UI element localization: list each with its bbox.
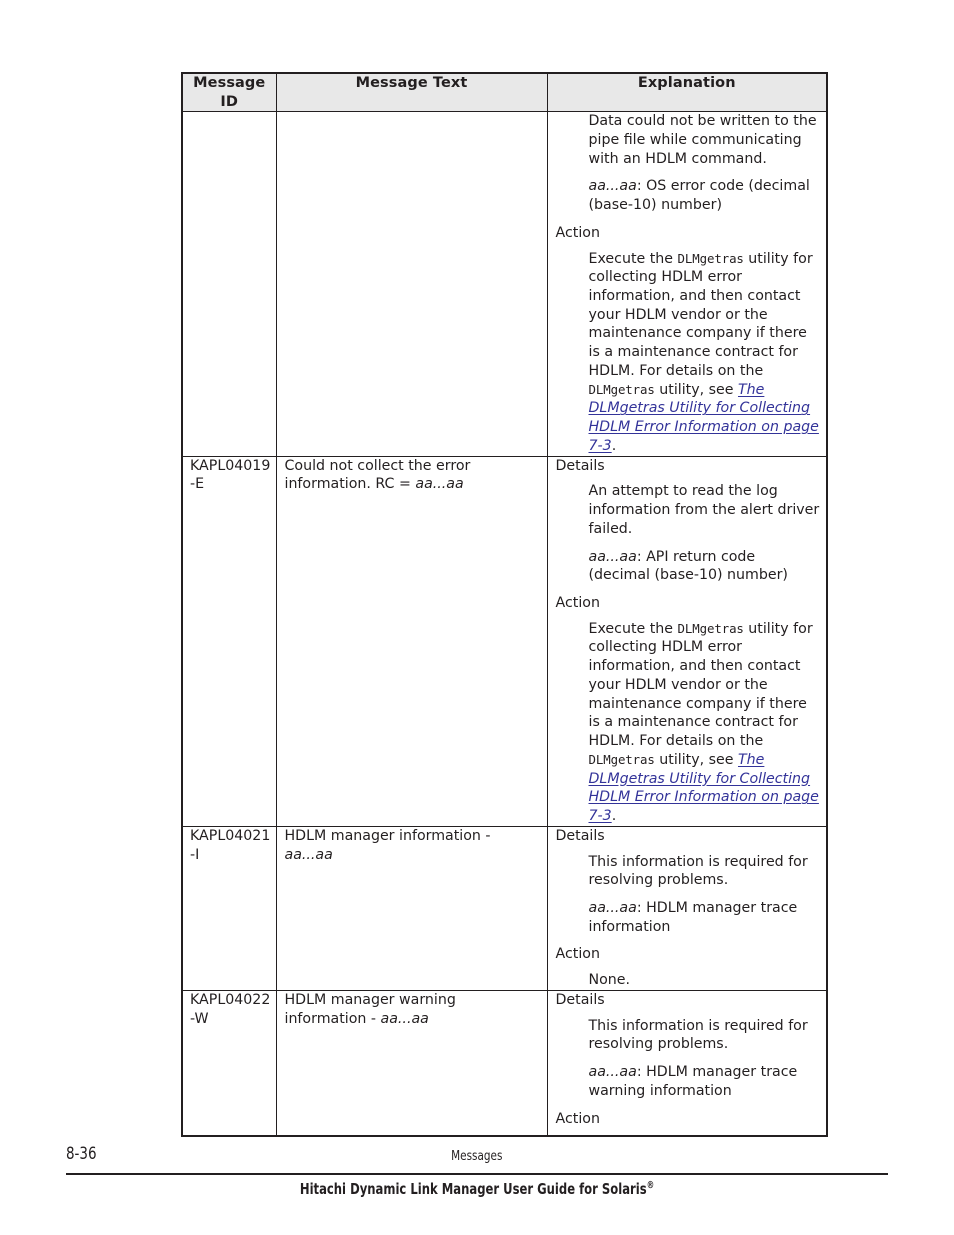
table-body: Data could not be written to the pipe fi… bbox=[181, 111, 828, 1137]
footer-book-title-text: Hitachi Dynamic Link Manager User Guide … bbox=[299, 1180, 647, 1198]
action-paragraph: Execute the DLMgetras utility for collec… bbox=[589, 250, 821, 456]
table-row: KAPL04021 -I HDLM manager information - … bbox=[181, 825, 828, 991]
message-text-prefix: HDLM manager warning information - bbox=[284, 991, 456, 1027]
command-name: DLMgetras bbox=[677, 620, 744, 636]
action-intro: Execute the bbox=[588, 620, 678, 637]
details-paragraph: This information is required for resolvi… bbox=[588, 1017, 808, 1053]
cell-message-text: HDLM manager warning information - aa...… bbox=[275, 989, 548, 1137]
message-id-line1: KAPL04019 bbox=[190, 457, 271, 474]
details-paragraph: Data could not be written to the pipe fi… bbox=[588, 113, 817, 167]
action-tail: utility, see bbox=[654, 381, 738, 398]
variable-token: aa...aa bbox=[588, 900, 637, 916]
table-row: Data could not be written to the pipe fi… bbox=[181, 111, 828, 457]
document-page: Message ID Message Text Explanation Data… bbox=[0, 0, 954, 1235]
variable-note: aa...aa: HDLM manager trace warning info… bbox=[589, 1063, 821, 1100]
variable-token: aa...aa bbox=[588, 178, 637, 195]
page-footer: 8-36 Messages Hitachi Dynamic Link Manag… bbox=[66, 1140, 888, 1210]
details-paragraph: This information is required for resolvi… bbox=[588, 853, 808, 889]
column-header-message-id: Message ID bbox=[181, 72, 277, 113]
command-name: DLMgetras bbox=[588, 381, 655, 397]
variable-token: aa...aa bbox=[380, 1010, 429, 1027]
message-text-prefix: HDLM manager information - bbox=[284, 827, 491, 844]
footer-chapter-label: Messages bbox=[451, 1148, 503, 1164]
table-header: Message ID Message Text Explanation bbox=[181, 72, 828, 113]
registered-trademark-icon: ® bbox=[646, 1180, 655, 1191]
cell-message-id: KAPL04022 -W bbox=[181, 989, 277, 1137]
action-label: Action bbox=[555, 594, 600, 611]
table-row: KAPL04019 -E Could not collect the error… bbox=[181, 455, 828, 827]
table-header-row: Message ID Message Text Explanation bbox=[181, 72, 828, 113]
cell-explanation: Details This information is required for… bbox=[546, 825, 828, 991]
variable-note: aa...aa: OS error code (decimal (base-10… bbox=[589, 177, 821, 214]
action-period: . bbox=[611, 437, 617, 454]
cell-message-text: HDLM manager information - aa...aa bbox=[275, 825, 548, 991]
details-paragraph: An attempt to read the log information f… bbox=[588, 483, 820, 537]
cell-message-id: KAPL04019 -E bbox=[181, 455, 277, 827]
column-header-explanation: Explanation bbox=[546, 72, 828, 113]
message-id-line2: -I bbox=[190, 846, 200, 863]
action-mid: utility for collecting HDLM error inform… bbox=[588, 250, 813, 379]
action-paragraph: None. bbox=[588, 972, 631, 989]
column-header-message-text: Message Text bbox=[275, 72, 548, 113]
action-mid: utility for collecting HDLM error inform… bbox=[588, 620, 813, 750]
variable-token: aa...aa bbox=[415, 476, 464, 493]
action-paragraph: Execute the DLMgetras utility for collec… bbox=[589, 620, 821, 826]
variable-note: aa...aa: API return code (decimal (base-… bbox=[589, 548, 821, 585]
message-id-line2: -E bbox=[190, 476, 205, 493]
variable-token: aa...aa bbox=[284, 846, 333, 863]
column-header-message-id-line1: Message bbox=[193, 75, 266, 91]
action-label: Action bbox=[555, 1110, 600, 1127]
cell-message-id: KAPL04021 -I bbox=[181, 825, 277, 991]
column-header-message-id-line2: ID bbox=[220, 93, 239, 110]
action-intro: Execute the bbox=[588, 250, 678, 267]
message-id-line2: -W bbox=[190, 1010, 209, 1027]
details-label: Details bbox=[555, 827, 605, 844]
variable-token: aa...aa bbox=[588, 548, 637, 565]
variable-token: aa...aa bbox=[588, 1064, 637, 1081]
details-label: Details bbox=[555, 991, 605, 1008]
table-row: KAPL04022 -W HDLM manager warning inform… bbox=[181, 989, 828, 1137]
cell-message-id bbox=[181, 111, 277, 457]
cell-explanation: Data could not be written to the pipe fi… bbox=[546, 111, 828, 457]
footer-chapter: Messages bbox=[66, 1148, 888, 1164]
message-id-line1: KAPL04022 bbox=[190, 991, 271, 1008]
action-period: . bbox=[611, 808, 617, 825]
action-label: Action bbox=[555, 946, 600, 963]
footer-book-title: Hitachi Dynamic Link Manager User Guide … bbox=[66, 1180, 888, 1198]
messages-table: Message ID Message Text Explanation Data… bbox=[181, 72, 828, 1138]
command-name: DLMgetras bbox=[588, 751, 655, 767]
message-id-line1: KAPL04021 bbox=[190, 827, 271, 844]
cell-explanation: Details An attempt to read the log infor… bbox=[546, 455, 828, 827]
cell-message-text: Could not collect the error information.… bbox=[275, 455, 548, 827]
variable-note: aa...aa: HDLM manager trace information bbox=[589, 899, 821, 936]
footer-divider bbox=[66, 1173, 888, 1175]
action-label: Action bbox=[555, 224, 600, 241]
footer-top-row: 8-36 Messages bbox=[66, 1140, 888, 1170]
details-label: Details bbox=[555, 457, 605, 474]
action-tail: utility, see bbox=[654, 751, 738, 768]
command-name: DLMgetras bbox=[677, 250, 744, 266]
cell-explanation: Details This information is required for… bbox=[546, 989, 828, 1137]
cell-message-text bbox=[275, 111, 548, 457]
